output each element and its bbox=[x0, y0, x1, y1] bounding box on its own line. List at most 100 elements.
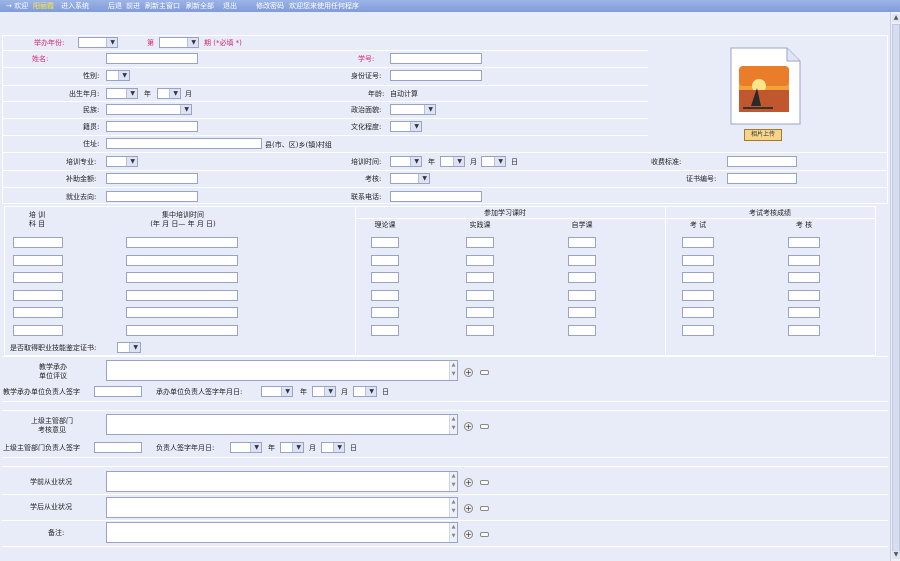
sign2-day-select[interactable]: ▼ bbox=[321, 442, 345, 453]
term-select[interactable]: ▼ bbox=[159, 37, 199, 48]
before-textarea[interactable]: ▲ ▼ bbox=[106, 471, 458, 492]
name-input[interactable] bbox=[106, 53, 198, 64]
subject-cell-input[interactable] bbox=[13, 307, 63, 319]
sign2-year-select[interactable]: ▼ bbox=[230, 442, 262, 453]
collapse-minus-icon[interactable] bbox=[480, 424, 489, 429]
time-cell-input[interactable] bbox=[126, 307, 238, 319]
train-year-select[interactable]: ▼ bbox=[390, 156, 422, 167]
student-no-input[interactable] bbox=[390, 53, 482, 64]
subject-cell-input[interactable] bbox=[13, 289, 63, 301]
refresh-main-link[interactable]: 刷新主窗口 bbox=[145, 0, 180, 12]
sign1-month-select[interactable]: ▼ bbox=[312, 386, 336, 397]
expand-plus-icon[interactable]: + bbox=[464, 422, 473, 431]
sign2-month-select[interactable]: ▼ bbox=[280, 442, 304, 453]
self-study-cell-input[interactable] bbox=[568, 254, 596, 266]
scroll-up-icon[interactable]: ▲ bbox=[892, 14, 900, 22]
note-textarea[interactable]: ▲ ▼ bbox=[106, 522, 458, 543]
test-cell-input[interactable] bbox=[682, 254, 714, 266]
textarea-scrollbar[interactable]: ▲ ▼ bbox=[449, 415, 457, 434]
subsidy-input[interactable] bbox=[106, 173, 198, 184]
exam-select[interactable]: ▼ bbox=[390, 173, 430, 184]
phone-input[interactable] bbox=[390, 191, 482, 202]
check-cell-input[interactable] bbox=[788, 307, 820, 319]
test-cell-input[interactable] bbox=[682, 237, 714, 248]
test-cell-input[interactable] bbox=[682, 325, 714, 336]
practice-cell-input[interactable] bbox=[466, 272, 494, 284]
theory-cell-input[interactable] bbox=[371, 325, 399, 336]
sign1-input[interactable] bbox=[94, 386, 142, 397]
back-link[interactable]: 后退 bbox=[108, 0, 122, 12]
collapse-minus-icon[interactable] bbox=[480, 480, 489, 485]
birth-year-select[interactable]: ▼ bbox=[106, 88, 138, 99]
refresh-all-link[interactable]: 刷新全部 bbox=[186, 0, 214, 12]
sign1-year-select[interactable]: ▼ bbox=[261, 386, 293, 397]
sign1-day-select[interactable]: ▼ bbox=[353, 386, 377, 397]
practice-cell-input[interactable] bbox=[466, 289, 494, 301]
change-password-link[interactable]: 修改密码 bbox=[256, 0, 284, 12]
job-input[interactable] bbox=[106, 191, 198, 202]
expand-plus-icon[interactable]: + bbox=[464, 368, 473, 377]
year-select[interactable]: ▼ bbox=[78, 37, 118, 48]
practice-cell-input[interactable] bbox=[466, 325, 494, 336]
check-cell-input[interactable] bbox=[788, 272, 820, 284]
native-place-input[interactable] bbox=[106, 121, 198, 132]
subject-cell-input[interactable] bbox=[13, 237, 63, 248]
scroll-thumb[interactable] bbox=[892, 24, 900, 554]
self-study-cell-input[interactable] bbox=[568, 237, 596, 248]
gender-select[interactable]: ▼ bbox=[106, 70, 130, 81]
cert-question-select[interactable]: ▼ bbox=[117, 342, 141, 353]
textarea-scrollbar[interactable]: ▲ ▼ bbox=[449, 361, 457, 380]
textarea-scrollbar[interactable]: ▲ ▼ bbox=[449, 472, 457, 491]
textarea-scrollbar[interactable]: ▲ ▼ bbox=[449, 498, 457, 517]
expand-plus-icon[interactable]: + bbox=[464, 530, 473, 539]
time-cell-input[interactable] bbox=[126, 325, 238, 336]
expand-plus-icon[interactable]: + bbox=[464, 504, 473, 513]
after-textarea[interactable]: ▲ ▼ bbox=[106, 497, 458, 518]
test-cell-input[interactable] bbox=[682, 307, 714, 319]
subject-cell-input[interactable] bbox=[13, 325, 63, 336]
time-cell-input[interactable] bbox=[126, 289, 238, 301]
theory-cell-input[interactable] bbox=[371, 237, 399, 248]
check-cell-input[interactable] bbox=[788, 325, 820, 336]
eval-textarea[interactable]: ▲ ▼ bbox=[106, 360, 458, 381]
check-cell-input[interactable] bbox=[788, 289, 820, 301]
theory-cell-input[interactable] bbox=[371, 307, 399, 319]
self-study-cell-input[interactable] bbox=[568, 307, 596, 319]
education-select[interactable]: ▼ bbox=[390, 121, 422, 132]
review-textarea[interactable]: ▲ ▼ bbox=[106, 414, 458, 435]
enter-system-link[interactable]: 进入系统 bbox=[61, 0, 89, 12]
collapse-minus-icon[interactable] bbox=[480, 370, 489, 375]
time-cell-input[interactable] bbox=[126, 254, 238, 266]
collapse-minus-icon[interactable] bbox=[480, 532, 489, 537]
major-select[interactable]: ▼ bbox=[106, 156, 138, 167]
check-cell-input[interactable] bbox=[788, 254, 820, 266]
ethnicity-select[interactable]: ▼ bbox=[106, 104, 192, 115]
textarea-scrollbar[interactable]: ▲ ▼ bbox=[449, 523, 457, 542]
theory-cell-input[interactable] bbox=[371, 289, 399, 301]
collapse-minus-icon[interactable] bbox=[480, 506, 489, 511]
theory-cell-input[interactable] bbox=[371, 254, 399, 266]
check-cell-input[interactable] bbox=[788, 237, 820, 248]
self-study-cell-input[interactable] bbox=[568, 289, 596, 301]
birth-month-select[interactable]: ▼ bbox=[157, 88, 181, 99]
photo-upload-button[interactable]: 相片上传 bbox=[744, 129, 782, 141]
address-input[interactable] bbox=[106, 138, 262, 149]
practice-cell-input[interactable] bbox=[466, 254, 494, 266]
subject-cell-input[interactable] bbox=[13, 254, 63, 266]
sign2-input[interactable] bbox=[94, 442, 142, 453]
forward-link[interactable]: 前进 bbox=[126, 0, 140, 12]
time-cell-input[interactable] bbox=[126, 237, 238, 248]
id-input[interactable] bbox=[390, 70, 482, 81]
self-study-cell-input[interactable] bbox=[568, 272, 596, 284]
practice-cell-input[interactable] bbox=[466, 237, 494, 248]
time-cell-input[interactable] bbox=[126, 272, 238, 284]
train-month-select[interactable]: ▼ bbox=[440, 156, 465, 167]
subject-cell-input[interactable] bbox=[13, 272, 63, 284]
test-cell-input[interactable] bbox=[682, 272, 714, 284]
fee-input[interactable] bbox=[727, 156, 797, 167]
scroll-down-icon[interactable]: ▼ bbox=[892, 551, 900, 559]
self-study-cell-input[interactable] bbox=[568, 325, 596, 336]
vertical-scrollbar[interactable]: ▲ ▼ bbox=[890, 12, 900, 561]
train-day-select[interactable]: ▼ bbox=[481, 156, 506, 167]
theory-cell-input[interactable] bbox=[371, 272, 399, 284]
